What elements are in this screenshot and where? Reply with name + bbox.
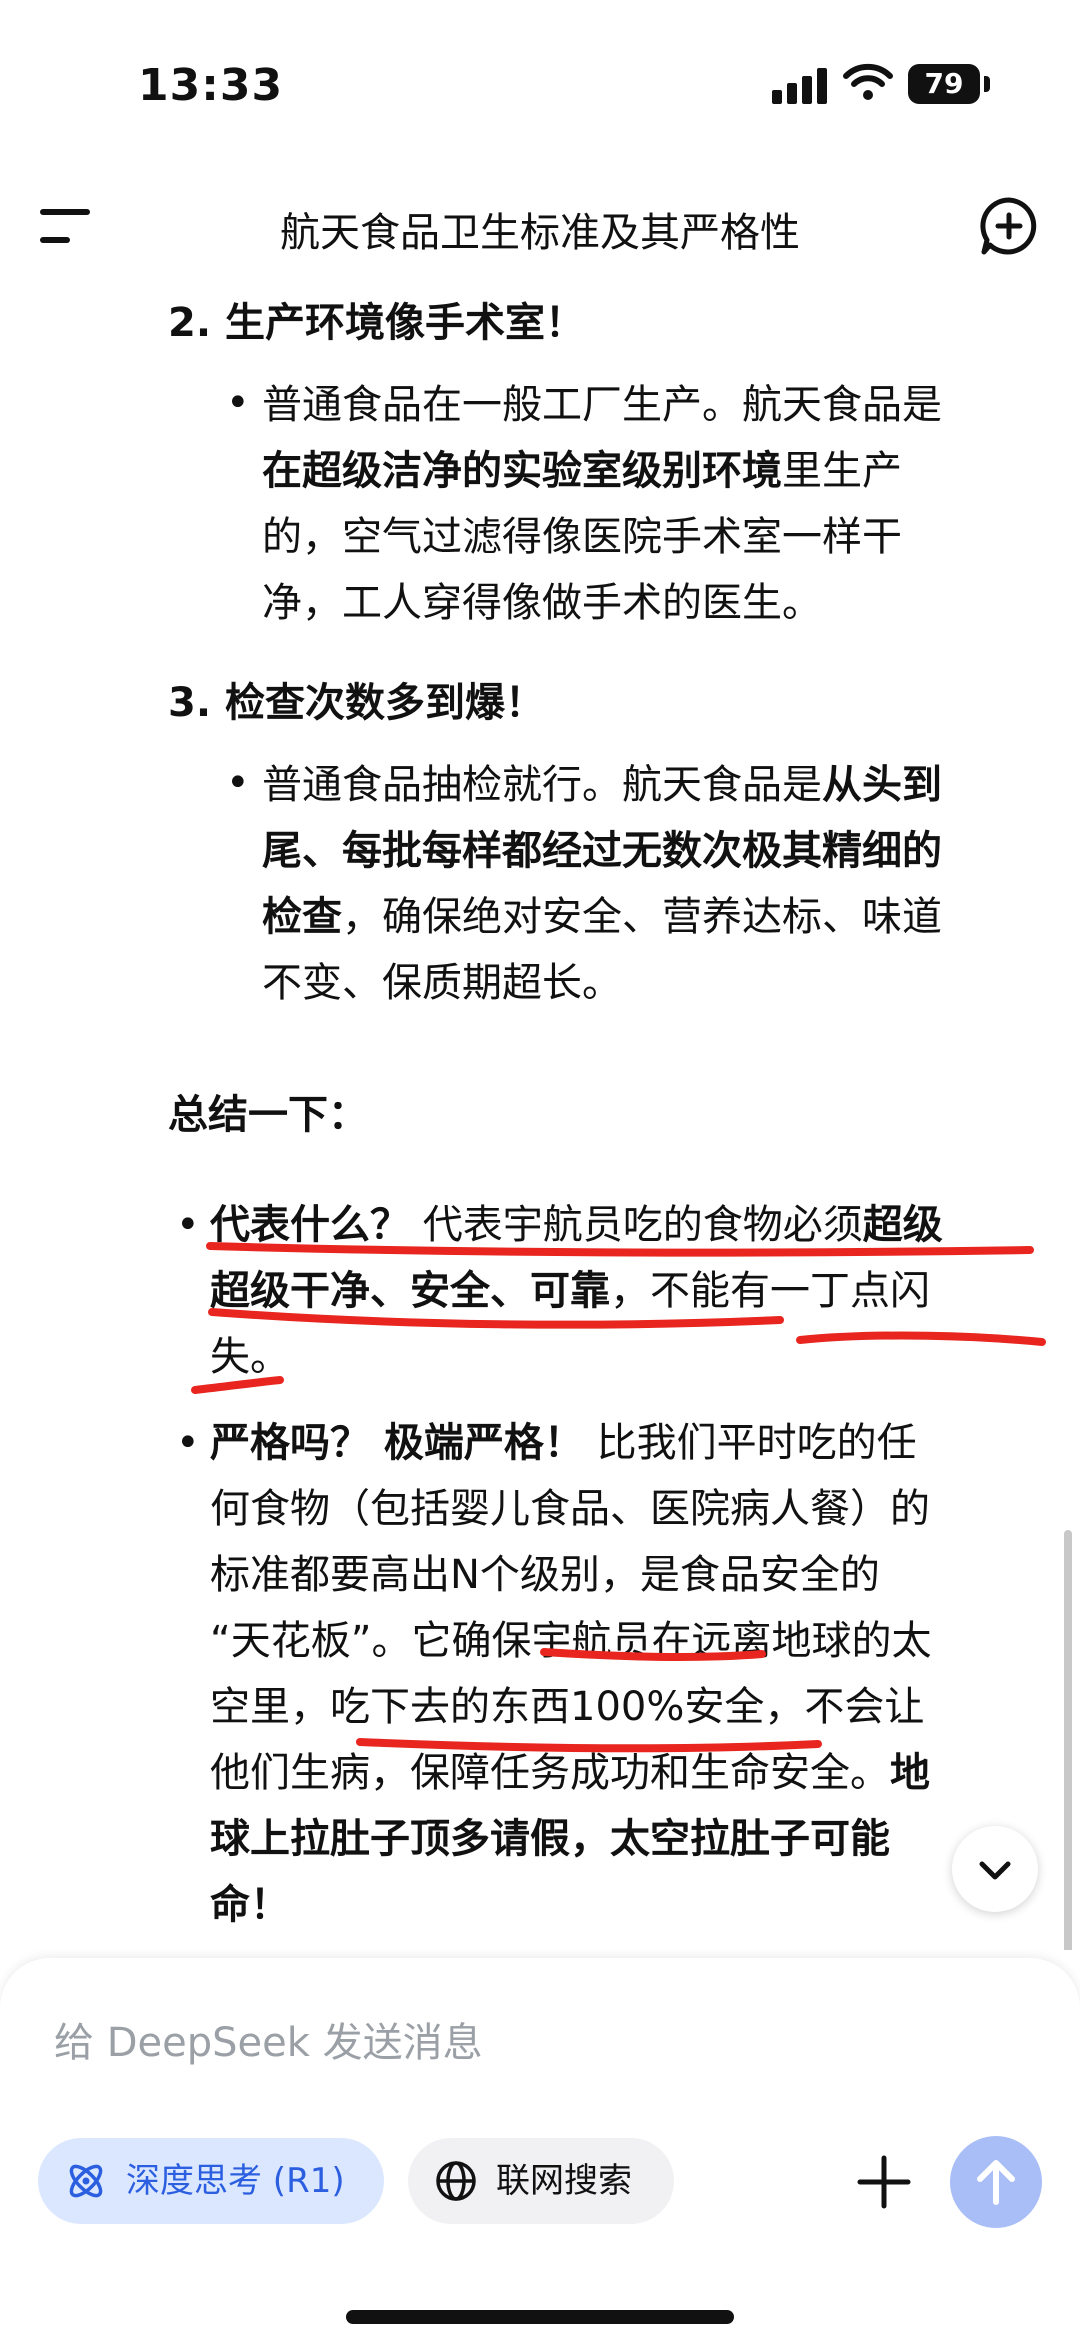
text-line: 不变、保质期超长。	[262, 960, 622, 1006]
deep-think-toggle[interactable]: 深度思考 (R1)	[38, 2138, 384, 2224]
text-line: 空里，吃下去的东西100%安全，不会让	[210, 1684, 925, 1730]
conversation-title: 航天食品卫生标准及其严格性	[280, 210, 800, 256]
battery-indicator: 79	[908, 64, 980, 104]
summary-bullet-strictness: 严格吗？ 极端严格！ 比我们平时吃的任 何食物（包括婴儿食品、医院病人餐）的 标准都…	[210, 1410, 931, 1938]
scrollbar[interactable]	[1064, 1530, 1072, 1950]
chat-header: 航天食品卫生标准及其严格性	[0, 180, 1080, 270]
text-line: 尾、每批每样都经过无数次极其精细的	[262, 818, 942, 884]
clock: 13:33	[138, 60, 284, 111]
bold-text: 检查	[262, 894, 342, 940]
bold-text: 命！	[210, 1882, 290, 1928]
add-attachment-icon[interactable]	[852, 2150, 916, 2214]
message-input[interactable]: 给 DeepSeek 发送消息	[54, 2010, 483, 2068]
bullet-dot: •	[176, 1420, 200, 1466]
text-line: 标准都要高出N个级别，是食品安全的	[210, 1552, 880, 1598]
section-3-heading: 3. 检查次数多到爆！	[168, 680, 545, 726]
new-chat-icon[interactable]	[978, 195, 1040, 257]
summary-title: 总结一下：	[168, 1092, 368, 1138]
text-line: 超级干净、安全、可靠，不能有一丁点闪	[210, 1268, 930, 1314]
text-line: 的，空气过滤得像医院手术室一样干	[262, 514, 902, 560]
arrow-up-icon	[977, 2160, 1015, 2205]
globe-icon	[436, 2161, 476, 2201]
bullet-dot: •	[226, 760, 250, 806]
status-bar: 13:33 79	[0, 0, 1080, 180]
text-line: 普通食品抽检就行。航天食品是从头到	[262, 762, 942, 808]
section-2-body: 普通食品在一般工厂生产。航天食品是 在超级洁净的实验室级别环境里生产 的，空气过滤得…	[262, 372, 942, 636]
bold-text: 严格吗？ 极端严格！	[210, 1420, 584, 1466]
bullet-dot: •	[226, 380, 250, 426]
bold-text: 代表什么？	[210, 1202, 410, 1248]
text-line: 在超级洁净的实验室级别环境里生产	[262, 448, 902, 494]
bold-text: 在超级洁净的实验室级别环境	[262, 448, 782, 494]
text-line: 普通食品在一般工厂生产。航天食品是	[262, 382, 942, 428]
text-line: 失。	[210, 1334, 290, 1380]
text-line: 严格吗？ 极端严格！ 比我们平时吃的任	[210, 1420, 917, 1466]
bold-text: 从头到	[822, 762, 942, 808]
assistant-message: 2. 生产环境像手术室！ • 普通食品在一般工厂生产。航天食品是 在超级洁净的实验…	[0, 280, 1080, 1950]
text-line: 球上拉肚子顶多请假，太空拉肚子可能	[210, 1806, 931, 1872]
section-3-body: 普通食品抽检就行。航天食品是从头到 尾、每批每样都经过无数次极其精细的 检查，确保绝…	[262, 752, 942, 1016]
atom-icon	[69, 2164, 103, 2198]
text-line: 净，工人穿得像做手术的医生。	[262, 580, 822, 626]
deep-think-label: 深度思考 (R1)	[126, 2161, 345, 2201]
text-line: 检查，确保绝对安全、营养达标、味道	[262, 894, 942, 940]
text-line: 命！	[210, 1872, 931, 1938]
bullet-dot: •	[176, 1202, 200, 1248]
bold-text: 球上拉肚子顶多请假，太空拉肚子可能	[210, 1816, 890, 1862]
wifi-icon	[843, 63, 893, 100]
bold-text: 超级干净、安全、可靠	[210, 1268, 610, 1314]
text-line: “天花板”。它确保宇航员在远离地球的太	[210, 1618, 932, 1664]
send-button[interactable]	[950, 2136, 1042, 2228]
web-search-label: 联网搜索	[496, 2161, 632, 2201]
bold-text: 地	[890, 1750, 930, 1796]
text-line: 何食物（包括婴儿食品、医院病人餐）的	[210, 1486, 930, 1532]
bold-text: 超级	[862, 1202, 943, 1248]
section-2-heading: 2. 生产环境像手术室！	[168, 300, 585, 346]
web-search-toggle[interactable]: 联网搜索	[408, 2138, 674, 2224]
battery-tip	[984, 76, 990, 92]
summary-bullet-meaning: 代表什么？ 代表宇航员吃的食物必须超级 超级干净、安全、可靠，不能有一丁点闪 失。	[210, 1192, 943, 1390]
text-line: 代表什么？ 代表宇航员吃的食物必须超级	[210, 1202, 943, 1248]
chevron-down-icon	[979, 1861, 1011, 1880]
home-indicator	[346, 2310, 734, 2324]
scroll-to-bottom-button[interactable]	[952, 1826, 1038, 1912]
message-composer: 给 DeepSeek 发送消息 深度思考 (R1) 联网搜索	[0, 1958, 1080, 2348]
cellular-signal-icon	[772, 68, 830, 104]
text-line: 他们生病，保障任务成功和生命安全。地	[210, 1750, 930, 1796]
bold-text: 尾、每批每样都经过无数次极其精细的	[262, 828, 942, 874]
